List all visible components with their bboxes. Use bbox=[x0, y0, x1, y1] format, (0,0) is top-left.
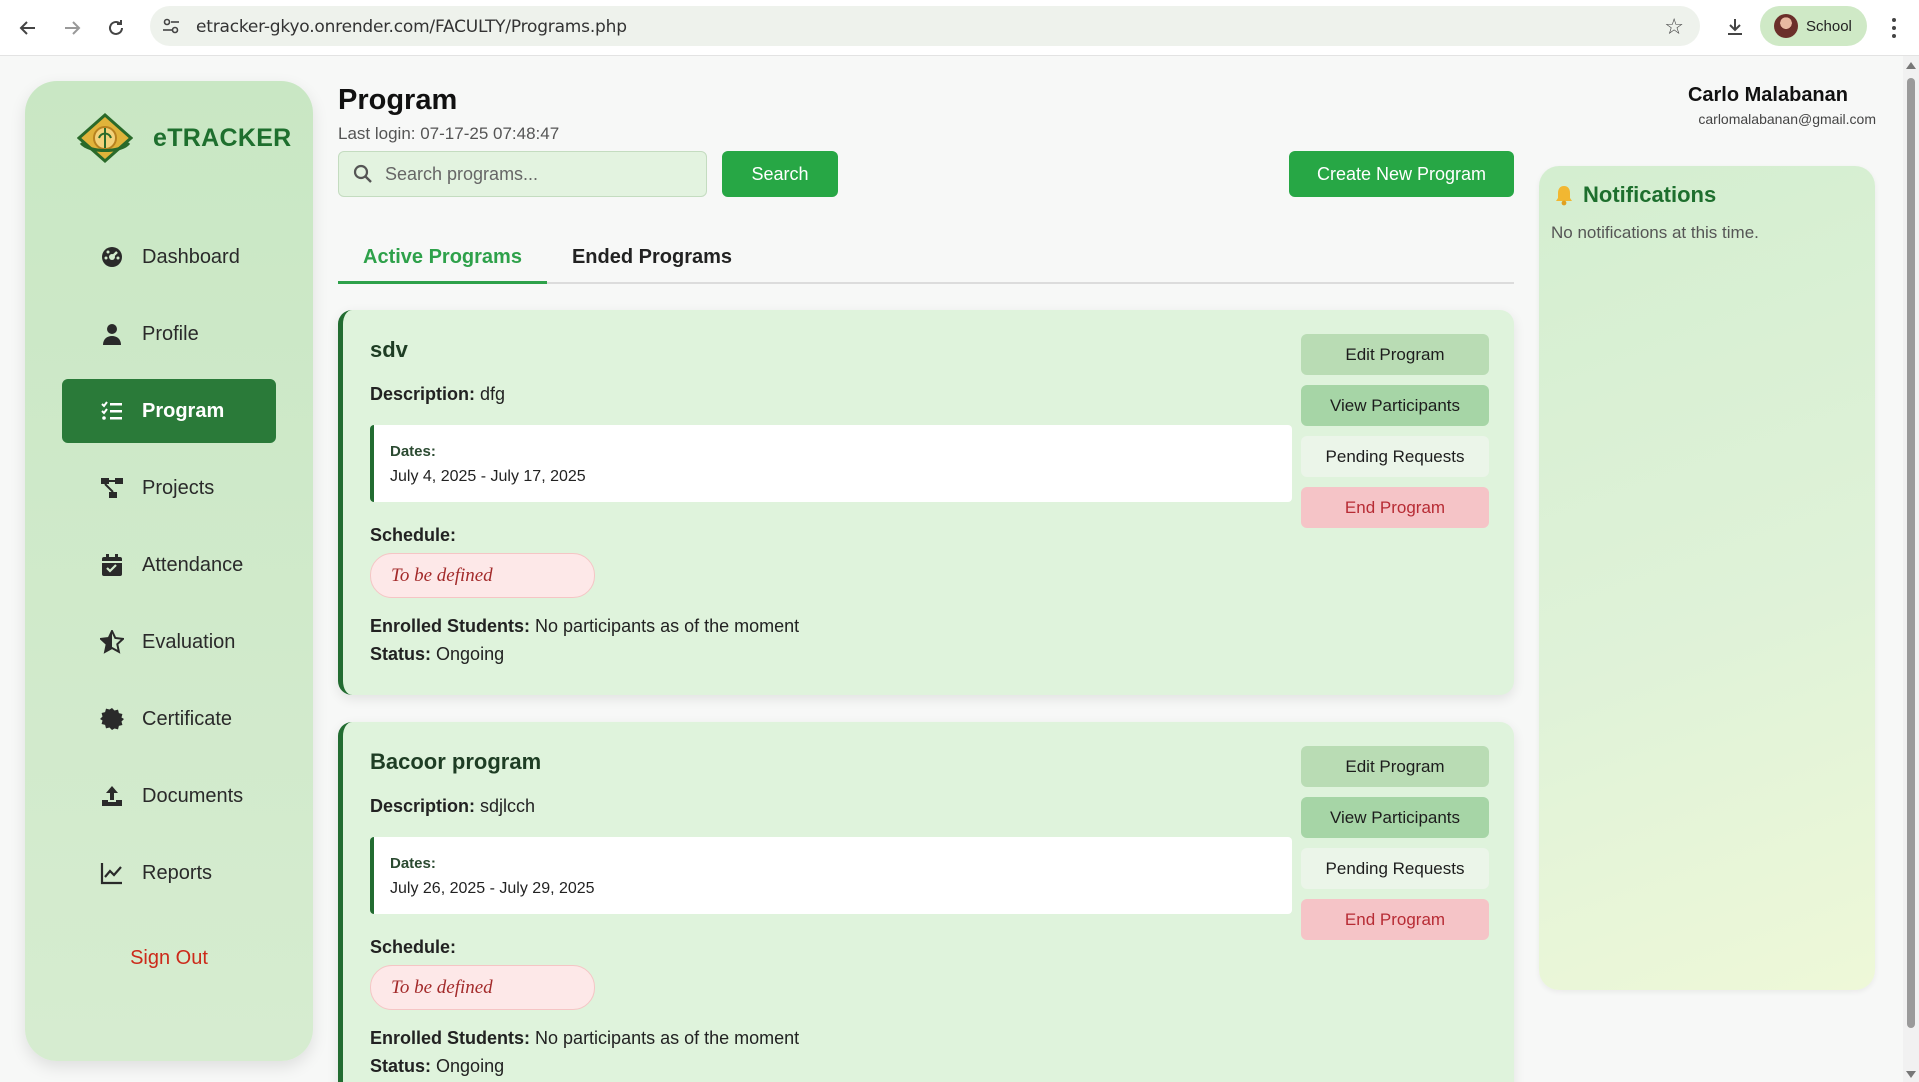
program-description: Description: sdjlcch bbox=[370, 796, 536, 816]
dates-label: Dates: bbox=[390, 855, 436, 872]
dates-value: July 4, 2025 - July 17, 2025 bbox=[390, 468, 586, 485]
program-card: sdv Description: dfg Dates: July 4, 2025… bbox=[338, 310, 1514, 695]
dates-box: Dates: July 4, 2025 - July 17, 2025 bbox=[370, 425, 1292, 502]
program-actions: Edit Program View Participants Pending R… bbox=[1301, 746, 1489, 950]
notifications-title: Notifications bbox=[1583, 182, 1717, 207]
schedule-label: Schedule: bbox=[370, 525, 457, 545]
user-icon bbox=[100, 322, 124, 346]
line-chart-icon bbox=[100, 861, 124, 885]
bell-icon bbox=[1556, 186, 1572, 206]
sidebar-item-label: Evaluation bbox=[142, 630, 236, 653]
schedule-label: Schedule: bbox=[370, 937, 457, 957]
dates-label: Dates: bbox=[390, 443, 436, 460]
profile-label: School bbox=[1806, 17, 1852, 35]
end-program-button[interactable]: End Program bbox=[1301, 899, 1489, 940]
sidebar-item-label: Dashboard bbox=[142, 245, 240, 268]
sidebar: eTRACKER Dashboard Profile Program Proje… bbox=[25, 81, 313, 1061]
site-settings-icon[interactable] bbox=[162, 17, 180, 35]
sign-out-link[interactable]: Sign Out bbox=[25, 947, 313, 970]
bookmark-star-icon[interactable]: ☆ bbox=[1664, 14, 1684, 40]
enrolled-students: Enrolled Students: No participants as of… bbox=[370, 1028, 800, 1048]
sidebar-item-certificate[interactable]: Certificate bbox=[62, 687, 276, 751]
user-name: Carlo Malabanan bbox=[1687, 84, 1848, 106]
sidebar-item-evaluation[interactable]: Evaluation bbox=[62, 610, 276, 674]
address-bar[interactable]: etracker-gkyo.onrender.com/FACULTY/Progr… bbox=[150, 6, 1700, 46]
dates-value: July 26, 2025 - July 29, 2025 bbox=[390, 880, 595, 897]
enrolled-students: Enrolled Students: No participants as of… bbox=[370, 616, 800, 636]
brand[interactable]: eTRACKER bbox=[77, 113, 292, 163]
create-program-button[interactable]: Create New Program bbox=[1289, 151, 1514, 197]
sidebar-item-label: Program bbox=[142, 399, 225, 422]
search-input[interactable] bbox=[385, 163, 685, 185]
sidebar-item-label: Certificate bbox=[142, 707, 233, 730]
program-status: Status: Ongoing bbox=[370, 644, 505, 664]
tab-ended-programs[interactable]: Ended Programs bbox=[547, 232, 757, 284]
project-diagram-icon bbox=[100, 476, 124, 500]
user-email: carlomalabanan@gmail.com bbox=[1698, 111, 1876, 127]
program-card: Bacoor program Description: sdjlcch Date… bbox=[338, 722, 1514, 1082]
url-text[interactable]: etracker-gkyo.onrender.com/FACULTY/Progr… bbox=[196, 17, 627, 37]
page-title: Program bbox=[338, 84, 458, 116]
view-participants-button[interactable]: View Participants bbox=[1301, 385, 1489, 426]
sidebar-item-label: Profile bbox=[142, 322, 199, 345]
dashboard-gauge-icon bbox=[100, 245, 124, 269]
sidebar-item-reports[interactable]: Reports bbox=[62, 841, 276, 905]
dates-box: Dates: July 26, 2025 - July 29, 2025 bbox=[370, 837, 1292, 914]
sidebar-menu: Dashboard Profile Program Projects Atten… bbox=[62, 225, 276, 918]
search-button[interactable]: Search bbox=[722, 151, 838, 197]
search-icon bbox=[353, 164, 372, 183]
scroll-thumb[interactable] bbox=[1907, 78, 1915, 1028]
sidebar-item-projects[interactable]: Projects bbox=[62, 456, 276, 520]
reload-icon[interactable] bbox=[100, 12, 132, 44]
notifications-empty-text: No notifications at this time. bbox=[1551, 223, 1759, 242]
edit-program-button[interactable]: Edit Program bbox=[1301, 746, 1489, 787]
pending-requests-button[interactable]: Pending Requests bbox=[1301, 848, 1489, 889]
program-description: Description: dfg bbox=[370, 384, 506, 404]
sidebar-item-profile[interactable]: Profile bbox=[62, 302, 276, 366]
view-participants-button[interactable]: View Participants bbox=[1301, 797, 1489, 838]
sidebar-item-attendance[interactable]: Attendance bbox=[62, 533, 276, 597]
tab-active-programs[interactable]: Active Programs bbox=[338, 232, 547, 284]
notifications-panel: Notifications No notifications at this t… bbox=[1539, 166, 1875, 990]
scroll-up-icon[interactable] bbox=[1906, 62, 1916, 69]
pending-requests-button[interactable]: Pending Requests bbox=[1301, 436, 1489, 477]
browser-profile-button[interactable]: School bbox=[1760, 6, 1867, 46]
notifications-header: Notifications bbox=[1553, 182, 1716, 208]
sidebar-item-documents[interactable]: Documents bbox=[62, 764, 276, 828]
sidebar-item-program[interactable]: Program bbox=[62, 379, 276, 443]
schedule-badge: To be defined bbox=[370, 965, 595, 1010]
brand-name: eTRACKER bbox=[153, 123, 292, 152]
profile-avatar bbox=[1774, 14, 1798, 38]
edit-program-button[interactable]: Edit Program bbox=[1301, 334, 1489, 375]
star-half-icon bbox=[100, 630, 124, 654]
list-check-icon bbox=[100, 399, 124, 423]
program-actions: Edit Program View Participants Pending R… bbox=[1301, 334, 1489, 538]
scroll-down-icon[interactable] bbox=[1906, 1071, 1916, 1078]
download-icon[interactable] bbox=[1718, 10, 1752, 44]
sidebar-item-label: Attendance bbox=[142, 553, 244, 576]
program-status: Status: Ongoing bbox=[370, 1056, 505, 1076]
search-box[interactable] bbox=[338, 151, 707, 197]
schedule-badge: To be defined bbox=[370, 553, 595, 598]
certificate-icon bbox=[100, 707, 124, 731]
program-title: sdv bbox=[370, 337, 408, 362]
back-arrow-icon[interactable] bbox=[12, 12, 44, 44]
program-tabs: Active Programs Ended Programs bbox=[338, 232, 1514, 284]
browser-toolbar: etracker-gkyo.onrender.com/FACULTY/Progr… bbox=[0, 0, 1919, 56]
end-program-button[interactable]: End Program bbox=[1301, 487, 1489, 528]
sidebar-item-label: Documents bbox=[142, 784, 244, 807]
program-title: Bacoor program bbox=[370, 749, 542, 774]
sidebar-item-label: Projects bbox=[142, 476, 215, 499]
etracker-logo bbox=[77, 113, 133, 163]
page-scrollbar[interactable] bbox=[1903, 56, 1919, 1082]
forward-arrow-icon[interactable] bbox=[56, 12, 88, 44]
calendar-check-icon bbox=[100, 553, 124, 577]
last-login-text: Last login: 07-17-25 07:48:47 bbox=[338, 124, 560, 143]
upload-icon bbox=[100, 784, 124, 808]
sidebar-item-dashboard[interactable]: Dashboard bbox=[62, 225, 276, 289]
sidebar-item-label: Reports bbox=[142, 861, 213, 884]
browser-menu-icon[interactable] bbox=[1882, 12, 1906, 44]
